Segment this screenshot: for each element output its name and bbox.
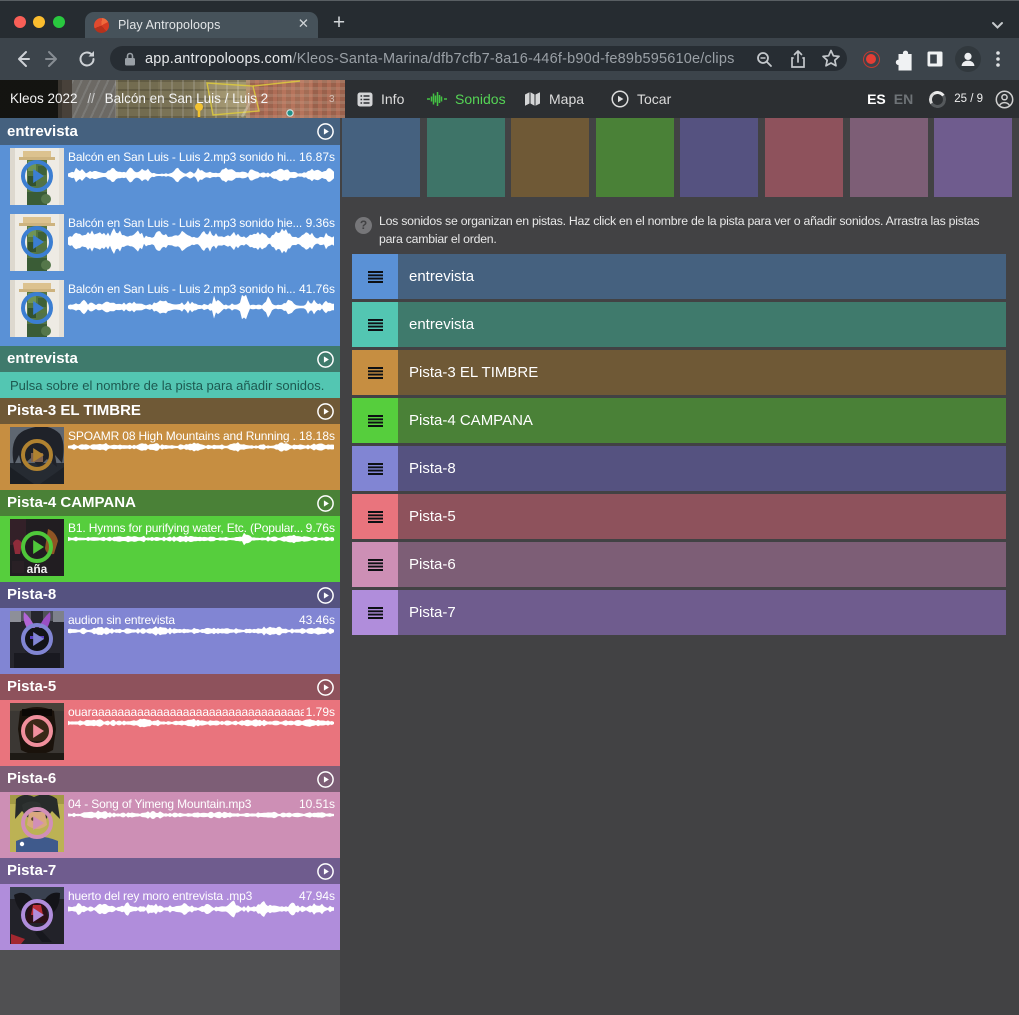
svg-text:3: 3 <box>329 94 335 105</box>
svg-text:aña: aña <box>27 562 48 576</box>
